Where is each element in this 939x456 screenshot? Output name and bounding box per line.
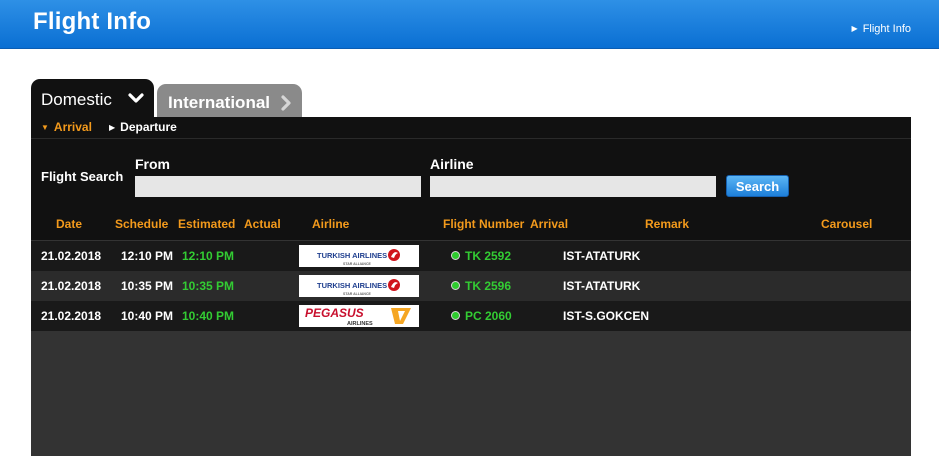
subnav-arrival-label: Arrival [53, 120, 92, 134]
cell-date: 21.02.2018 [41, 249, 102, 263]
tab-international-label: International [168, 93, 271, 112]
status-dot-icon [451, 251, 460, 260]
cell-flight-number[interactable]: TK 2596 [465, 279, 511, 293]
turkish-logo-tagline: STAR ALLIANCE [343, 262, 371, 266]
from-label: From [135, 156, 170, 172]
chevron-right-icon [281, 95, 291, 111]
airline-label: Airline [430, 156, 474, 172]
subnav-departure-label: Departure [120, 120, 177, 134]
col-remark: Remark [645, 217, 690, 231]
tab-international[interactable]: International [157, 84, 302, 118]
turkish-logo-text: TURKISH AIRLINES [317, 251, 387, 260]
chevron-down-icon [128, 93, 144, 103]
cell-date: 21.02.2018 [41, 309, 102, 323]
flight-search-label: Flight Search [41, 169, 124, 184]
turkish-logo-text: TURKISH AIRLINES [317, 281, 387, 290]
page-title: Flight Info [33, 8, 152, 35]
breadcrumb-label: Flight Info [862, 23, 911, 35]
cell-arrival: IST-ATATURK [563, 279, 641, 293]
col-airline: Airline [312, 217, 350, 231]
col-arrival: Arrival [530, 217, 569, 231]
table-row[interactable]: 21.02.2018 10:35 PM 10:35 PM TURKISH AIR… [31, 271, 911, 301]
cell-schedule: 10:40 PM [121, 309, 174, 323]
status-dot-icon [451, 281, 460, 290]
page-header: Flight Info ▶ Flight Info [0, 0, 939, 49]
turkish-airlines-logo: TURKISH AIRLINES STAR ALLIANCE [299, 275, 419, 297]
triangle-right-icon: ▶ [109, 123, 116, 132]
cell-estimated: 10:40 PM [182, 309, 235, 323]
breadcrumb[interactable]: ▶ Flight Info [852, 23, 911, 35]
cell-schedule: 10:35 PM [121, 279, 174, 293]
pegasus-logo-sub: AIRLINES [347, 321, 373, 327]
turkish-airlines-logo: TURKISH AIRLINES STAR ALLIANCE [299, 245, 419, 267]
direction-subnav: ▼ Arrival ▶ Departure [31, 117, 911, 138]
pegasus-logo-text: PEGASUS [305, 306, 364, 320]
col-date: Date [56, 217, 83, 231]
subnav-arrival[interactable]: ▼ Arrival [41, 120, 92, 134]
table-header: Date Schedule Estimated Actual Airline F… [31, 205, 911, 240]
flight-search-bar: Flight Search From Airline Search [31, 138, 911, 206]
cell-estimated: 12:10 PM [182, 249, 235, 263]
breadcrumb-arrow-icon: ▶ [851, 24, 858, 33]
col-flight-number: Flight Number [443, 217, 525, 231]
cell-estimated: 10:35 PM [182, 279, 235, 293]
search-button[interactable]: Search [726, 175, 789, 197]
cell-arrival: IST-ATATURK [563, 249, 641, 263]
col-actual: Actual [244, 217, 281, 231]
turkish-logo-tagline: STAR ALLIANCE [343, 292, 371, 296]
col-estimated: Estimated [178, 217, 236, 231]
pegasus-airlines-logo: PEGASUS AIRLINES [299, 305, 419, 327]
col-carousel: Carousel [821, 217, 873, 231]
cell-schedule: 12:10 PM [121, 249, 174, 263]
table-row[interactable]: 21.02.2018 10:40 PM 10:40 PM PEGASUS AIR… [31, 301, 911, 331]
table-row[interactable]: 21.02.2018 12:10 PM 12:10 PM TURKISH AIR… [31, 241, 911, 271]
tab-domestic[interactable]: Domestic [31, 79, 154, 117]
cell-arrival: IST-S.GOKCEN [563, 309, 650, 323]
flight-panel: ▼ Arrival ▶ Departure Flight Search From A… [31, 117, 911, 456]
cell-flight-number[interactable]: PC 2060 [465, 309, 512, 323]
cell-flight-number[interactable]: TK 2592 [465, 249, 511, 263]
subnav-departure[interactable]: ▶ Departure [109, 120, 177, 134]
status-dot-icon [451, 311, 460, 320]
tab-domestic-label: Domestic [41, 90, 112, 109]
from-input[interactable] [135, 176, 421, 197]
cell-date: 21.02.2018 [41, 279, 102, 293]
triangle-down-icon: ▼ [41, 123, 49, 132]
col-schedule: Schedule [115, 217, 169, 231]
airline-input[interactable] [430, 176, 716, 197]
